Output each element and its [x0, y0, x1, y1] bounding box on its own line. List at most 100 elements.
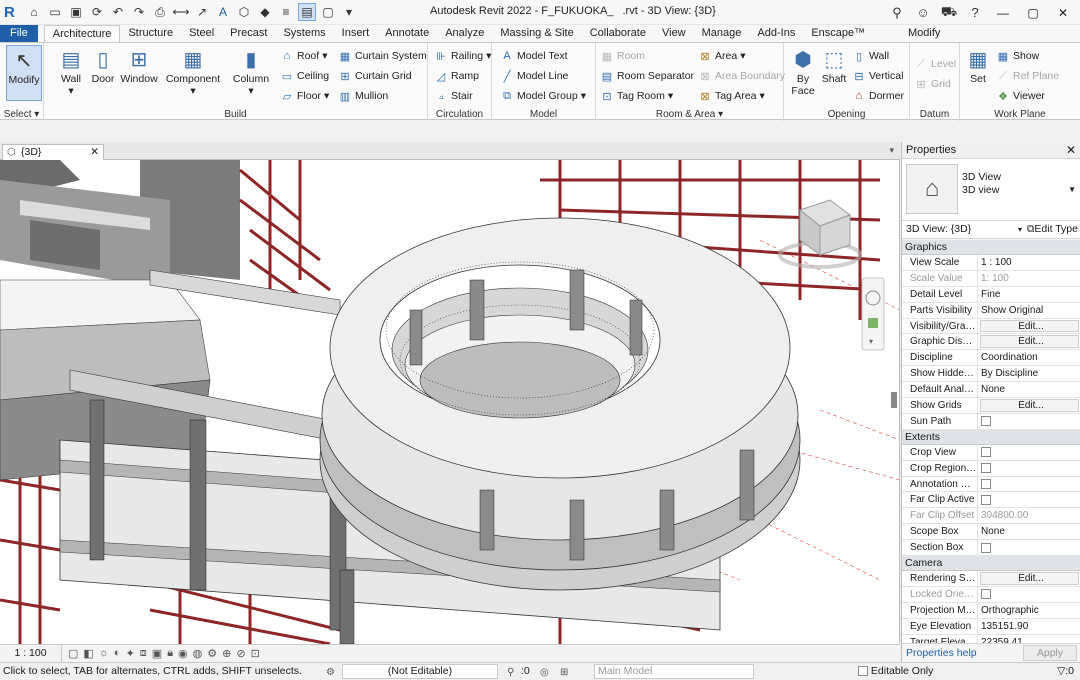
- design-options-icon[interactable]: ◎: [540, 664, 549, 680]
- tab-structure[interactable]: Structure: [120, 25, 181, 42]
- type-selector[interactable]: ⌂ 3D View 3D view ▼: [902, 159, 1080, 221]
- edit-type-button[interactable]: ⧉Edit Type: [1027, 221, 1078, 238]
- tab-insert[interactable]: Insert: [334, 25, 378, 42]
- property-row[interactable]: Sun Path: [902, 413, 1080, 430]
- restore-icon[interactable]: ▢: [1022, 6, 1044, 20]
- shaft-button[interactable]: ⬚ Shaft: [818, 45, 850, 86]
- instance-dropdown-icon[interactable]: ▾: [1018, 221, 1022, 238]
- close-view-icon[interactable]: ✕: [90, 145, 99, 159]
- window-button[interactable]: ⊞ Window: [120, 45, 158, 86]
- edit-button[interactable]: Edit...: [980, 572, 1079, 585]
- minimize-icon[interactable]: —: [992, 6, 1014, 20]
- wall-button[interactable]: ▤ Wall ▾: [54, 45, 88, 98]
- close-properties-icon[interactable]: ✕: [1066, 142, 1076, 159]
- shadows-icon[interactable]: ◐: [114, 647, 121, 660]
- column-button[interactable]: ▮ Column ▾: [232, 45, 270, 98]
- canvas-scrollbar[interactable]: [891, 392, 897, 408]
- print-icon[interactable]: ⎙: [151, 3, 169, 21]
- user-icon[interactable]: ☺: [914, 4, 932, 22]
- property-value[interactable]: By Discipline: [978, 366, 1080, 381]
- editing-requests-icon[interactable]: ⊞: [560, 664, 568, 680]
- close-hidden-icon[interactable]: ▤: [298, 3, 316, 21]
- lock-view-icon[interactable]: 🔒︎: [167, 647, 173, 660]
- property-checkbox-cell[interactable]: [978, 477, 1080, 492]
- edit-button[interactable]: Edit...: [980, 335, 1079, 349]
- tab-analyze[interactable]: Analyze: [437, 25, 492, 42]
- editable-only-toggle[interactable]: Editable Only: [858, 663, 933, 680]
- vertical-button[interactable]: ⊟ Vertical: [852, 69, 903, 83]
- property-checkbox-cell[interactable]: [978, 414, 1080, 429]
- edit-button[interactable]: Edit...: [980, 319, 1079, 333]
- level-button[interactable]: ⟋ Level: [914, 57, 956, 71]
- section-extents[interactable]: Extents: [902, 429, 1080, 445]
- property-checkbox[interactable]: [981, 542, 991, 553]
- section-icon[interactable]: ◆: [256, 3, 274, 21]
- model-group-button[interactable]: ⧉ Model Group ▾: [500, 89, 586, 103]
- panel-select-label[interactable]: Select ▾: [0, 109, 43, 120]
- crop-icon[interactable]: ⧈: [140, 647, 147, 660]
- undo-icon[interactable]: ↶: [109, 3, 127, 21]
- active-workset-field[interactable]: (Not Editable): [342, 664, 498, 679]
- property-value[interactable]: Orthographic: [978, 603, 1080, 618]
- filter-count[interactable]: ▽:0: [1057, 663, 1074, 680]
- property-checkbox[interactable]: [981, 494, 991, 505]
- property-row[interactable]: Parts Visibility Show Original: [902, 302, 1080, 319]
- property-row[interactable]: Default Analys... None: [902, 382, 1080, 399]
- section-camera[interactable]: Camera: [902, 556, 1080, 572]
- door-button[interactable]: ▯ Door: [88, 45, 118, 86]
- tab-systems[interactable]: Systems: [275, 25, 333, 42]
- property-checkbox[interactable]: [981, 416, 991, 427]
- component-button[interactable]: ▦ Component ▾: [166, 45, 220, 98]
- view-tab-menu-icon[interactable]: ▾: [889, 145, 894, 156]
- property-row[interactable]: Discipline Coordination: [902, 350, 1080, 367]
- property-value[interactable]: Coordination: [978, 350, 1080, 365]
- reveal-hidden-icon[interactable]: ◍: [193, 647, 203, 660]
- tab-steel[interactable]: Steel: [181, 25, 222, 42]
- tab-precast[interactable]: Precast: [222, 25, 275, 42]
- sun-path-icon[interactable]: ☼: [99, 647, 109, 660]
- constraints-icon[interactable]: ⊡: [251, 647, 260, 660]
- room-separator-button[interactable]: ▤ Room Separator: [600, 69, 694, 83]
- render-icon[interactable]: ✦: [126, 647, 135, 660]
- measure-icon[interactable]: ⟷: [172, 3, 190, 21]
- property-row[interactable]: Section Box: [902, 540, 1080, 557]
- property-row[interactable]: Eye Elevation 135151.90: [902, 618, 1080, 635]
- property-checkbox[interactable]: [981, 589, 991, 600]
- floor-button[interactable]: ▱ Floor ▾: [280, 89, 329, 103]
- crop-visible-icon[interactable]: ▣: [152, 647, 162, 660]
- property-checkbox[interactable]: [981, 447, 991, 458]
- apply-button[interactable]: Apply: [1023, 645, 1077, 661]
- switch-windows-icon[interactable]: ▢: [319, 3, 337, 21]
- 3d-model-view[interactable]: ▾: [0, 160, 900, 644]
- property-checkbox-cell[interactable]: [978, 445, 1080, 460]
- area-button[interactable]: ⊠ Area ▾: [698, 49, 745, 63]
- property-checkbox-cell[interactable]: [978, 492, 1080, 507]
- property-row[interactable]: Target Elevation 22359.41: [902, 634, 1080, 643]
- stair-button[interactable]: ⟓ Stair: [434, 89, 472, 103]
- cart-icon[interactable]: ⛟: [940, 4, 958, 22]
- curtain-system-button[interactable]: ▦ Curtain System: [338, 49, 427, 63]
- binoculars-icon[interactable]: ⚲: [888, 4, 906, 22]
- railing-button[interactable]: ⊪ Railing ▾: [434, 49, 491, 63]
- navigation-bar[interactable]: ▾: [861, 277, 885, 351]
- sync-icon[interactable]: ⟳: [88, 3, 106, 21]
- editable-only-checkbox[interactable]: [858, 666, 868, 677]
- property-row[interactable]: Visibility/Grap... Edit...: [902, 318, 1080, 335]
- tab-view[interactable]: View: [654, 25, 694, 42]
- property-value[interactable]: 135151.90: [978, 619, 1080, 634]
- property-checkbox[interactable]: [981, 463, 991, 474]
- show-button[interactable]: ▦ Show: [996, 49, 1039, 63]
- visual-style-icon[interactable]: ◧: [83, 647, 93, 660]
- roof-button[interactable]: ⌂ Roof ▾: [280, 49, 328, 63]
- area-boundary-button[interactable]: ⊠ Area Boundary: [698, 69, 785, 83]
- property-value[interactable]: None: [978, 524, 1080, 539]
- tag-room-button[interactable]: ⊡ Tag Room ▾: [600, 89, 673, 103]
- tab-manage[interactable]: Manage: [694, 25, 750, 42]
- thin-lines-icon[interactable]: ≡: [277, 3, 295, 21]
- tab-architecture[interactable]: Architecture: [43, 25, 121, 42]
- home-icon[interactable]: ⌂: [25, 3, 43, 21]
- instance-selector[interactable]: 3D View: {3D} ▾ ⧉Edit Type: [902, 221, 1080, 239]
- dimension-icon[interactable]: ↗: [193, 3, 211, 21]
- property-row[interactable]: Detail Level Fine: [902, 286, 1080, 303]
- property-row[interactable]: View Scale 1 : 100: [902, 255, 1080, 271]
